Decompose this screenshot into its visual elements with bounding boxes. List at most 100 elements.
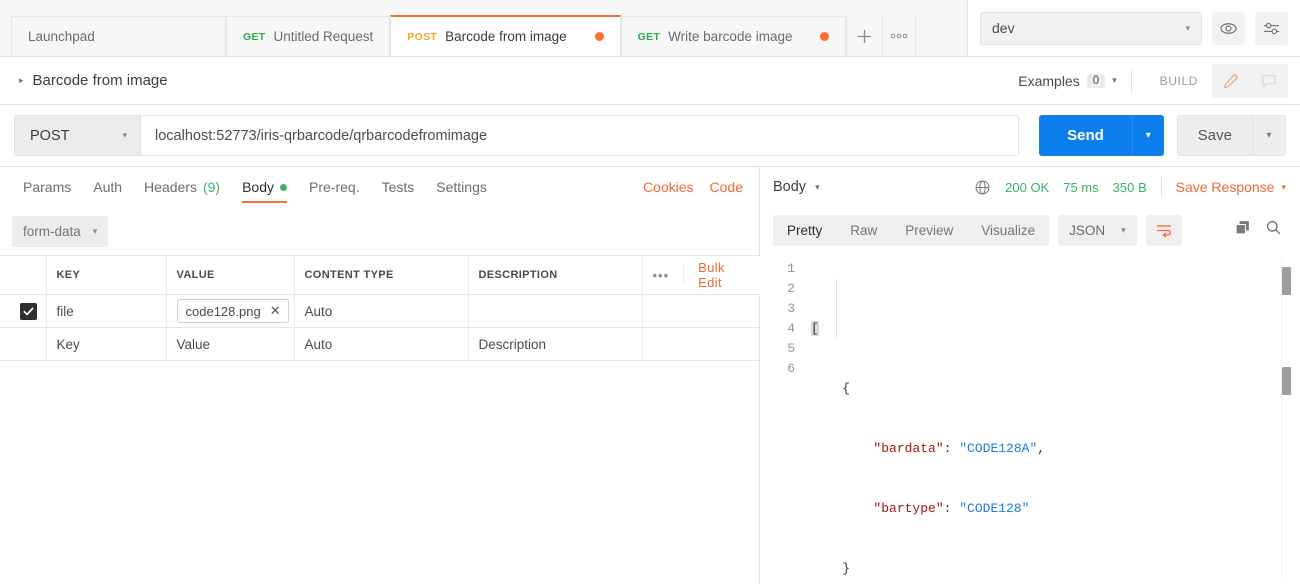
chevron-down-icon: ▾ xyxy=(1112,75,1117,85)
response-section-selector[interactable]: Body ▾ xyxy=(773,179,820,195)
response-tab-preview[interactable]: Preview xyxy=(891,215,967,246)
tab-label: Launchpad xyxy=(28,29,95,44)
tab-pre-request-script[interactable]: Pre-req. xyxy=(298,167,371,207)
tab-label: Barcode from image xyxy=(445,29,567,44)
line-number: 5 xyxy=(787,341,795,356)
breadcrumb[interactable]: ▸ Barcode from image xyxy=(0,72,168,89)
body-mode-selector[interactable]: form-data ▾ xyxy=(12,215,109,247)
row-value-cell[interactable]: code128.png ✕ xyxy=(166,294,295,328)
send-button[interactable]: Send xyxy=(1039,115,1132,156)
scrollbar-marker[interactable] xyxy=(1282,367,1291,395)
new-row-description-input[interactable]: Description xyxy=(468,327,643,361)
response-section-label: Body xyxy=(773,179,807,195)
tab-auth[interactable]: Auth xyxy=(82,167,133,207)
examples-label: Examples xyxy=(1018,72,1080,89)
tab-write-barcode-image[interactable]: GET Write barcode image xyxy=(620,16,847,56)
response-body-viewer[interactable]: 1 2 3 4 5 6 [ { "bardata": "CODE128A", "… xyxy=(761,253,1300,578)
tab-settings[interactable]: Settings xyxy=(425,167,498,207)
http-method-value: POST xyxy=(30,127,70,144)
table-row-placeholder[interactable]: Key Value Auto Description xyxy=(0,327,760,361)
save-options-button[interactable]: ▾ xyxy=(1252,115,1286,156)
response-view-tabs: Pretty Raw Preview Visualize xyxy=(773,214,1050,246)
http-method-selector[interactable]: POST ▾ xyxy=(15,116,141,155)
breadcrumb-row: ▸ Barcode from image Examples 0 ▾ BUILD xyxy=(0,57,1300,105)
row-checkbox[interactable] xyxy=(20,302,37,320)
tab-barcode-from-image[interactable]: POST Barcode from image xyxy=(390,15,621,56)
tab-label: Headers xyxy=(144,179,197,195)
new-tab-button[interactable] xyxy=(846,16,882,56)
form-data-table: KEY VALUE CONTENT TYPE DESCRIPTION ••• B… xyxy=(0,255,760,361)
unsaved-changes-dot xyxy=(820,32,830,41)
tab-params[interactable]: Params xyxy=(12,167,82,207)
chevron-down-icon: ▾ xyxy=(122,130,127,140)
search-button[interactable] xyxy=(1265,219,1282,241)
send-button-group: Send ▾ xyxy=(1039,115,1164,156)
line-number: 6 xyxy=(787,361,795,376)
new-row-value-input[interactable]: Value xyxy=(166,327,295,361)
environment-selector[interactable]: dev ▾ xyxy=(980,11,1202,45)
file-chip[interactable]: code128.png ✕ xyxy=(176,299,289,323)
response-meta: 200 OK 75 ms 350 B Save Response ▾ xyxy=(974,177,1286,197)
edit-request-button[interactable] xyxy=(1212,63,1250,98)
row-description-cell[interactable] xyxy=(468,294,643,328)
save-response-button[interactable]: Save Response ▾ xyxy=(1176,179,1286,195)
line-number-gutter: 1 2 3 4 5 6 xyxy=(761,259,807,578)
eye-icon xyxy=(1220,22,1237,34)
divider xyxy=(1130,69,1132,92)
examples-dropdown[interactable]: Examples 0 ▾ xyxy=(1018,73,1130,89)
send-options-button[interactable]: ▾ xyxy=(1131,115,1164,156)
code-line: } xyxy=(807,559,1300,578)
line-number: 4 xyxy=(787,321,795,336)
json-key: "bartype" xyxy=(873,501,944,516)
cookies-link[interactable]: Cookies xyxy=(643,179,694,195)
save-button-group: Save ▾ xyxy=(1176,115,1286,156)
tab-options-button[interactable] xyxy=(882,16,917,56)
globe-icon xyxy=(975,180,990,194)
pencil-icon xyxy=(1223,73,1239,88)
sliders-icon xyxy=(1263,22,1280,34)
response-tab-pretty[interactable]: Pretty xyxy=(773,215,836,246)
url-bar: POST ▾ localhost:52773/iris-qrbarcode/qr… xyxy=(14,115,1020,156)
build-button[interactable]: BUILD xyxy=(1146,74,1212,88)
tab-body[interactable]: Body xyxy=(231,167,298,207)
chevron-down-icon: ▾ xyxy=(1185,22,1190,33)
tab-headers[interactable]: Headers (9) xyxy=(133,167,231,207)
save-button[interactable]: Save xyxy=(1176,115,1252,156)
tab-label: Params xyxy=(23,179,72,195)
word-wrap-button[interactable] xyxy=(1145,214,1182,246)
comments-button[interactable] xyxy=(1250,63,1288,98)
json-comma: , xyxy=(1037,441,1046,456)
request-url-input[interactable]: localhost:52773/iris-qrbarcode/qrbarcode… xyxy=(141,116,1019,155)
response-size[interactable]: 350 B xyxy=(1113,180,1147,195)
table-options-button[interactable]: ••• xyxy=(653,268,670,283)
code-link[interactable]: Code xyxy=(710,179,743,195)
tab-tests[interactable]: Tests xyxy=(371,167,426,207)
tab-label: Pre-req. xyxy=(309,179,360,195)
response-tab-visualize[interactable]: Visualize xyxy=(967,215,1049,246)
environment-quick-look-button[interactable] xyxy=(1212,11,1245,45)
response-time[interactable]: 75 ms xyxy=(1063,180,1098,195)
new-row-content-type-input[interactable]: Auto xyxy=(294,327,469,361)
row-content-type-cell[interactable]: Auto xyxy=(294,294,469,328)
row-key-cell[interactable]: file xyxy=(46,294,167,328)
line-number: 2 xyxy=(787,281,795,296)
copy-button[interactable] xyxy=(1234,219,1251,241)
tab-method-badge: POST xyxy=(407,30,438,43)
new-row-key-input[interactable]: Key xyxy=(46,327,167,361)
response-format-selector[interactable]: JSON ▾ xyxy=(1058,214,1137,246)
response-panel: Body ▾ 200 OK 75 ms 350 B Save Response … xyxy=(761,167,1300,584)
table-header: KEY VALUE CONTENT TYPE DESCRIPTION ••• B… xyxy=(0,255,760,295)
json-bracket-open: [ xyxy=(811,321,819,336)
tab-launchpad[interactable]: Launchpad xyxy=(11,16,226,56)
scrollbar-thumb[interactable] xyxy=(1282,267,1291,295)
response-tab-raw[interactable]: Raw xyxy=(836,215,891,246)
table-row[interactable]: file code128.png ✕ Auto xyxy=(0,294,760,328)
response-scrollbar[interactable] xyxy=(1281,259,1291,578)
bulk-edit-button[interactable]: Bulk Edit xyxy=(683,260,750,290)
remove-file-icon[interactable]: ✕ xyxy=(270,303,281,319)
response-status[interactable]: 200 OK xyxy=(1005,180,1049,195)
json-colon: : xyxy=(943,501,960,516)
json-value: "CODE128A" xyxy=(959,441,1038,456)
tab-untitled-request[interactable]: GET Untitled Request xyxy=(226,16,391,56)
environment-settings-button[interactable] xyxy=(1255,11,1288,45)
